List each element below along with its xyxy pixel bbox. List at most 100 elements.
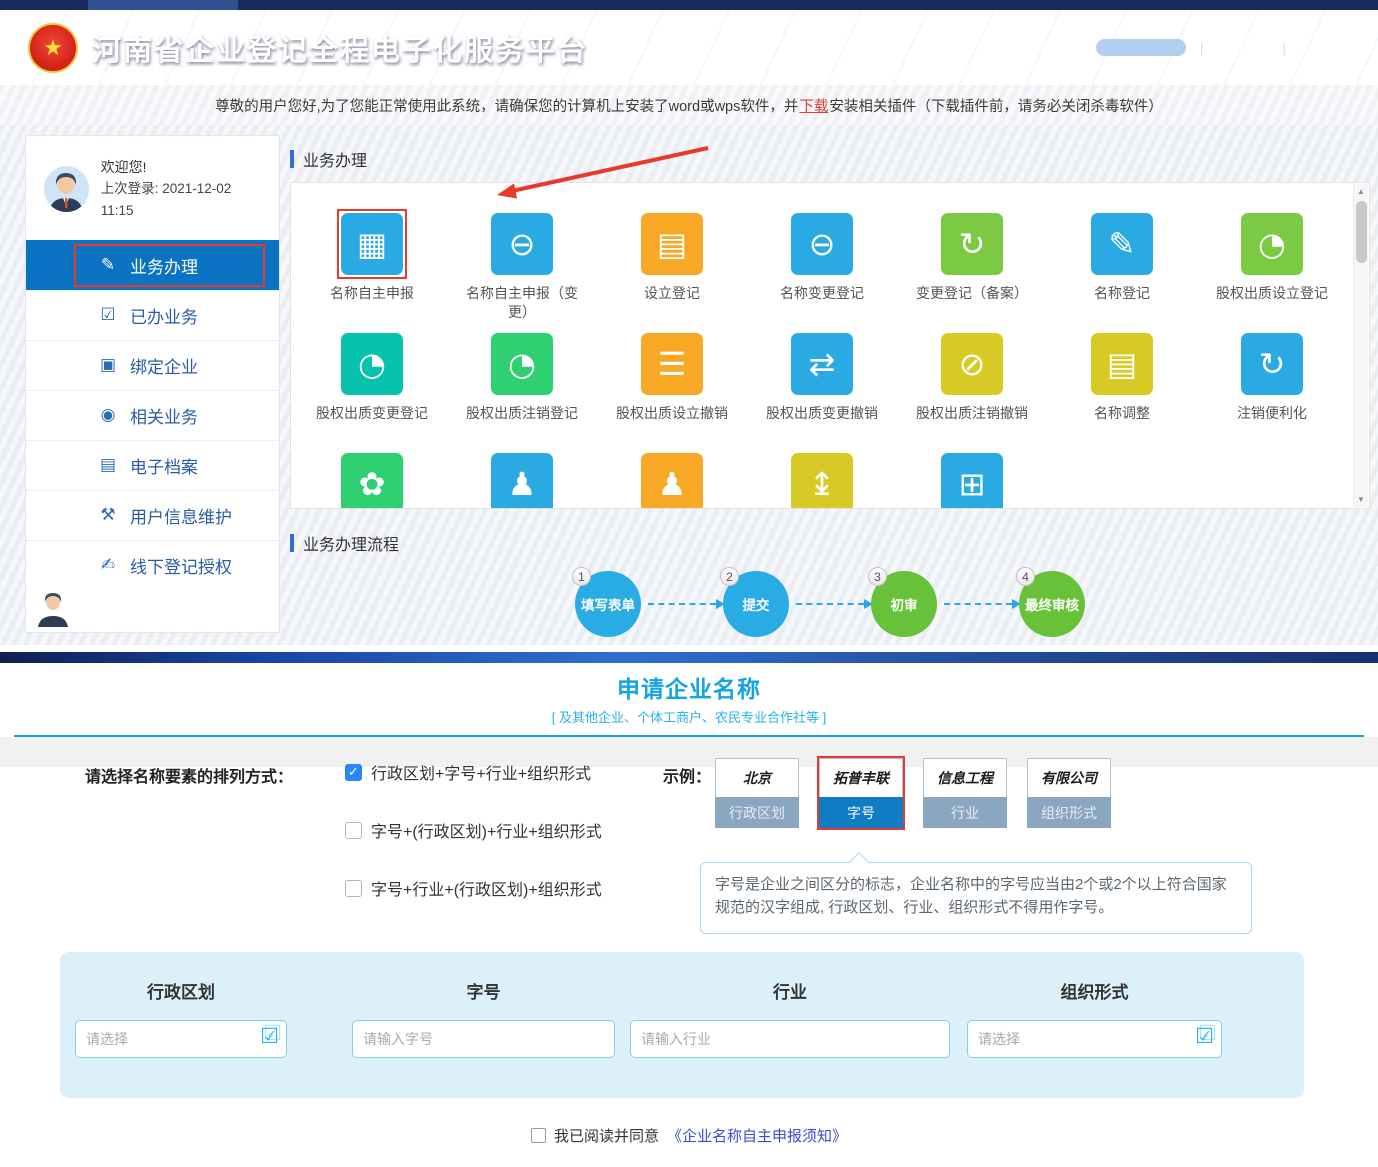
clipboard-refresh-icon: ↻ [941, 213, 1003, 275]
scroll-down-arrow-icon[interactable]: ▼ [1354, 492, 1368, 507]
step-number: 1 [572, 567, 591, 586]
separator: | [1200, 40, 1204, 56]
separator: | [1282, 40, 1286, 56]
power-icon [1300, 41, 1314, 55]
service-change-registration-filing[interactable]: ↻ 变更登记（备案） [897, 213, 1047, 333]
section-title-services: 业务办理 [290, 147, 1370, 171]
service-equity-pledge-change-revoke[interactable]: ⇄ 股权出质变更撤销 [747, 333, 897, 453]
portal-body: 欢迎您! 上次登录: 2021-12-02 11:15 ✎ 业务办理 ☑ 已办业… [0, 125, 1378, 645]
service-extra-2[interactable]: ♟ [447, 453, 597, 509]
service-name-adjustment[interactable]: ▤ 名称调整 [1047, 333, 1197, 453]
industry-field[interactable] [630, 1020, 950, 1058]
notice-bar: 尊敬的用户您好,为了您能正常使用此系统，请确保您的计算机上安装了word或wps… [0, 85, 1378, 125]
option-region-tradename-industry-orgform[interactable]: 行政区划+字号+行业+组织形式 [345, 761, 602, 783]
sidebar-item-user-info-maintenance[interactable]: ⚒ 用户信息维护 [26, 490, 279, 540]
step-number: 2 [720, 567, 739, 586]
region-select[interactable]: ☑ [75, 1020, 287, 1058]
service-name-change-registration[interactable]: ⊖ 名称变更登记 [747, 213, 897, 333]
doc-check-icon: ☑ [98, 305, 118, 325]
home-icon [1217, 41, 1232, 55]
main-content: 业务办理 ▦ 名称自主申报 ⊖ 名称自主申报（变更） ▤ 设立登记 [290, 125, 1370, 645]
service-name-registration[interactable]: ✎ 名称登记 [1047, 213, 1197, 333]
sidebar-item-completed-business[interactable]: ☑ 已办业务 [26, 290, 279, 340]
scroll-up-arrow-icon[interactable]: ▲ [1354, 184, 1368, 199]
sidebar-item-related-business[interactable]: ◉ 相关业务 [26, 390, 279, 440]
sidebar-item-offline-registration-authorization[interactable]: ✍ 线下登记授权 [26, 540, 279, 590]
section-gap [0, 645, 1378, 652]
checkbox-icon[interactable] [345, 822, 362, 839]
example-box-tradename-highlighted: 拓普丰联 字号 [819, 758, 903, 828]
sidebar-item-business-handling[interactable]: ✎ 业务办理 [26, 240, 279, 290]
user-profile: 欢迎您! 上次登录: 2021-12-02 11:15 [26, 136, 279, 240]
arrange-options: 行政区划+字号+行业+组织形式 字号+(行政区划)+行业+组织形式 字号+行业+… [345, 761, 602, 935]
service-equity-pledge-cancellation[interactable]: ◔ 股权出质注销登记 [447, 333, 597, 453]
clipboard-lines-icon: ▤ [1091, 333, 1153, 395]
clipboard-icon: ▤ [641, 213, 703, 275]
field-label-industry: 行业 [630, 978, 950, 1003]
section-title-process: 业务办理流程 [290, 531, 1370, 555]
region-input[interactable] [76, 1021, 286, 1057]
clipboard-minus-icon: ⊖ [491, 213, 553, 275]
agree-checkbox[interactable] [531, 1128, 546, 1143]
select-checkbox-icon[interactable]: ☑ [260, 1026, 279, 1047]
doc-search-icon: ◉ [98, 405, 118, 425]
service-cancellation-facilitation[interactable]: ↻ 注销便利化 [1197, 333, 1347, 453]
swap-arrows-icon: ⇄ [791, 333, 853, 395]
service-name-self-declaration-change[interactable]: ⊖ 名称自主申报（变更） [447, 213, 597, 333]
dashed-arrow-icon [944, 603, 1012, 605]
service-equity-pledge-establishment[interactable]: ◔ 股权出质设立登记 [1197, 213, 1347, 333]
blue-divider-strip [0, 652, 1378, 663]
declaration-notice-link[interactable]: 《企业名称自主申报须知》 [667, 1125, 847, 1146]
checkbox-icon[interactable] [345, 880, 362, 897]
field-label-orgform: 组织形式 [967, 978, 1222, 1003]
sidebar: 欢迎您! 上次登录: 2021-12-02 11:15 ✎ 业务办理 ☑ 已办业… [25, 135, 280, 633]
service-equity-pledge-establishment-revoke[interactable]: ☰ 股权出质设立撤销 [597, 333, 747, 453]
service-name-self-declaration[interactable]: ▦ 名称自主申报 [297, 213, 447, 333]
service-extra-5[interactable]: ⊞ [897, 453, 1047, 509]
orgform-input[interactable] [968, 1021, 1221, 1057]
header: ★ 河南省企业登记全程电子化服务平台 欢迎您, | 首页 | 退出 [0, 10, 1378, 85]
service-equity-pledge-cancellation-revoke[interactable]: ⊘ 股权出质注销撤销 [897, 333, 1047, 453]
sidebar-item-bind-enterprise[interactable]: ▣ 绑定企业 [26, 340, 279, 390]
service-equity-pledge-change[interactable]: ◔ 股权出质变更登记 [297, 333, 447, 453]
home-link[interactable]: 首页 [1217, 37, 1268, 58]
notice-text: 安装相关插件（下载插件前，请务必关闭杀毒软件） [829, 95, 1163, 116]
welcome-text: 欢迎您, [1041, 37, 1090, 58]
archive-box-icon: ▤ [98, 455, 118, 475]
example-box-orgform: 有限公司 组织形式 [1027, 758, 1111, 828]
service-extra-3[interactable]: ♟ [597, 453, 747, 509]
pie-chart-icon: ◔ [1241, 213, 1303, 275]
name-fields-panel: 行政区划 ☑ 字号 行业 组织形式 [60, 952, 1304, 1098]
service-extra-4[interactable]: ↨ [747, 453, 897, 509]
scrollbar-thumb[interactable] [1356, 201, 1367, 263]
ban-icon: ⊘ [941, 333, 1003, 395]
flow-step-final-review: 4 最终审核 [1019, 571, 1085, 637]
notice-text: 尊敬的用户您好,为了您能正常使用此系统，请确保您的计算机上安装了word或wps… [215, 95, 798, 116]
clipboard-pencil-icon: ✎ [1091, 213, 1153, 275]
merge-arrows-icon: ↨ [791, 453, 853, 509]
flow-step-initial-review: 3 初审 [871, 571, 937, 637]
page: ★ 河南省企业登记全程电子化服务平台 欢迎您, | 首页 | 退出 尊敬的用户您… [0, 0, 1378, 1167]
logout-link[interactable]: 退出 [1300, 37, 1350, 58]
top-strip [0, 0, 1378, 10]
field-label-tradename: 字号 [352, 978, 615, 1003]
user-icon [1021, 40, 1035, 55]
tradename-input[interactable] [353, 1021, 614, 1057]
title-bar [290, 534, 294, 552]
orgform-select[interactable]: ☑ [967, 1020, 1222, 1058]
option-tradename-industry-region-orgform[interactable]: 字号+行业+(行政区划)+组织形式 [345, 877, 602, 899]
step-number: 3 [868, 567, 887, 586]
service-extra-1[interactable]: ✿ [297, 453, 447, 509]
process-flow: 1 填写表单 2 提交 3 初审 4 最终审核 [290, 571, 1370, 637]
top-strip-highlight [88, 0, 238, 10]
dashed-arrow-icon [796, 603, 864, 605]
tradename-field[interactable] [352, 1020, 615, 1058]
option-tradename-region-industry-orgform[interactable]: 字号+(行政区划)+行业+组织形式 [345, 819, 602, 841]
checkbox-checked-icon[interactable] [345, 764, 362, 781]
sidebar-item-electronic-archives[interactable]: ▤ 电子档案 [26, 440, 279, 490]
vertical-scrollbar[interactable]: ▲ ▼ [1353, 184, 1368, 507]
select-checkbox-icon[interactable]: ☑ [1195, 1026, 1214, 1047]
industry-input[interactable] [631, 1021, 949, 1057]
service-establishment-registration[interactable]: ▤ 设立登记 [597, 213, 747, 333]
download-link[interactable]: 下载 [799, 95, 828, 116]
